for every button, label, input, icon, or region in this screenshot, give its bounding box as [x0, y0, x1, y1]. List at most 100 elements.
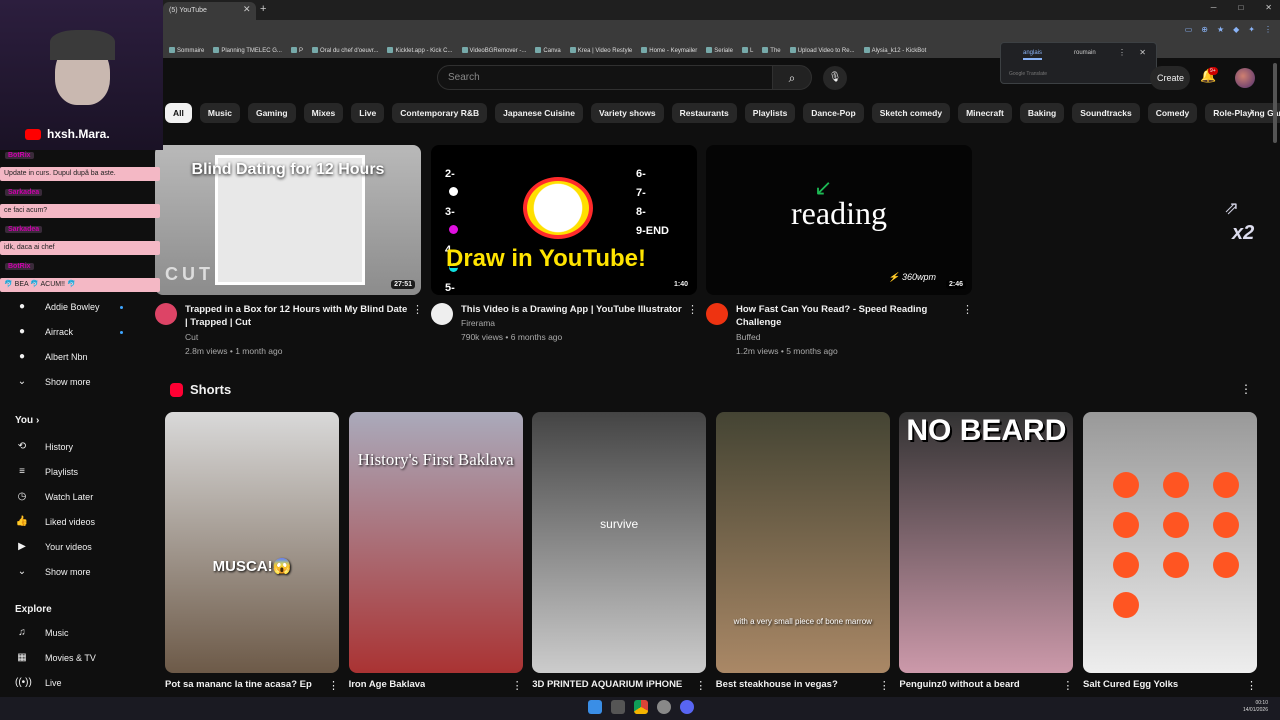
sidebar-show-more[interactable]: ⌄ Show more [15, 376, 91, 387]
sidebar-item-watch-later[interactable]: ◷ Watch Later [15, 491, 94, 502]
sidebar-item-playlists[interactable]: ≡ Playlists [15, 466, 78, 477]
short-menu-icon[interactable]: ⋮ [695, 679, 706, 692]
video-menu-icon[interactable]: ⋮ [412, 303, 423, 316]
chip-soundtracks[interactable]: Soundtracks [1072, 103, 1140, 123]
sidebar-you-heading[interactable]: You › [15, 415, 39, 426]
short-title[interactable]: Best steakhouse in vegas? [716, 679, 838, 690]
channel-name[interactable]: Buffed [736, 330, 760, 344]
chip-dance-pop[interactable]: Dance-Pop [803, 103, 864, 123]
sidebar-sub-albert-nbn[interactable]: ● Albert Nbn [15, 351, 88, 362]
bookmark-item[interactable]: L [742, 47, 753, 54]
minimize-icon[interactable]: ─ [1211, 3, 1217, 12]
chip-playlists[interactable]: Playlists [744, 103, 796, 123]
chip-live[interactable]: Live [351, 103, 385, 123]
zoom-icon[interactable]: ⊕ [1201, 25, 1208, 34]
bookmark-item[interactable]: Krea | Video Restyle [570, 47, 632, 54]
video-title[interactable]: This Video is a Drawing App | YouTube Il… [461, 303, 686, 316]
sidebar-item-live[interactable]: ((•)) Live [15, 677, 62, 688]
bookmark-item[interactable]: Kicklet.app - Kick C... [387, 47, 452, 54]
sidebar-sub-airrack[interactable]: ● Airrack [15, 326, 73, 337]
video-menu-icon[interactable]: ⋮ [687, 303, 698, 316]
sidebar-item-music[interactable]: ♫ Music [15, 627, 68, 638]
new-tab-icon[interactable]: + [260, 3, 266, 15]
bookmark-item[interactable]: The [762, 47, 780, 54]
video-thumbnail[interactable]: Blind Dating for 12 Hours CUT 27:51 [155, 145, 421, 295]
short-thumbnail[interactable] [1083, 412, 1257, 673]
bookmark-item[interactable]: Oral du chef d'oeuvr... [312, 47, 379, 54]
chip-role-playing-games[interactable]: Role-Playing Games [1205, 103, 1280, 123]
channel-name[interactable]: Firerama [461, 316, 495, 330]
chip-music[interactable]: Music [199, 103, 240, 123]
short-title[interactable]: Penguinz0 without a beard [899, 679, 1019, 690]
extension-icon[interactable]: ◆ [1233, 25, 1239, 34]
chip-baking[interactable]: Baking [1019, 103, 1065, 123]
short-thumbnail[interactable]: with a very small piece of bone marrow [715, 412, 890, 673]
shorts-menu-icon[interactable]: ⋮ [1240, 382, 1252, 396]
short-thumbnail[interactable]: History's First Baklava [348, 412, 523, 673]
channel-avatar[interactable] [706, 303, 728, 325]
obs-icon[interactable] [657, 700, 671, 714]
discord-icon[interactable] [680, 700, 694, 714]
file-explorer-icon[interactable] [611, 700, 625, 714]
short-thumbnail[interactable]: MUSCA!😱 [165, 412, 339, 673]
chip-all[interactable]: All [165, 103, 192, 123]
short-title[interactable]: Salt Cured Egg Yolks [1083, 679, 1178, 690]
search-button[interactable]: ⌕ [772, 65, 812, 90]
translate-close-icon[interactable]: ✕ [1139, 48, 1146, 57]
sidebar-item-movies-tv[interactable]: ▦ Movies & TV [15, 652, 96, 663]
chip-sketch-comedy[interactable]: Sketch comedy [871, 103, 951, 123]
search-input[interactable]: Search [437, 65, 773, 90]
sidebar-item-show-more[interactable]: ⌄ Show more [15, 566, 91, 577]
bookmark-item[interactable]: Seriale [706, 47, 733, 54]
close-window-icon[interactable]: ✕ [1265, 3, 1272, 12]
chevron-right-icon[interactable]: › [1250, 106, 1254, 118]
short-menu-icon[interactable]: ⋮ [328, 679, 339, 692]
tab-close-icon[interactable]: ✕ [243, 4, 251, 15]
chip-variety-shows[interactable]: Variety shows [590, 103, 664, 123]
bookmark-item[interactable]: VideoBGRemover -... [462, 47, 527, 54]
page-scrollbar[interactable] [1273, 63, 1277, 143]
sidebar-sub-addie-bowley[interactable]: ● Addie Bowley [15, 301, 100, 312]
bookmark-item[interactable]: P [291, 47, 303, 54]
video-thumbnail[interactable]: reading ↙ ⚡ 360wpm 2:46 [706, 145, 972, 295]
short-thumbnail[interactable]: NO BEARD [899, 412, 1074, 673]
create-button[interactable]: Create [1150, 66, 1190, 90]
channel-name[interactable]: Cut [185, 330, 198, 344]
video-title[interactable]: Trapped in a Box for 12 Hours with My Bl… [185, 303, 410, 329]
chip-mixes[interactable]: Mixes [303, 103, 344, 123]
channel-avatar[interactable] [155, 303, 177, 325]
short-menu-icon[interactable]: ⋮ [879, 679, 890, 692]
puzzle-icon[interactable]: ✦ [1248, 25, 1255, 34]
chrome-icon[interactable] [634, 700, 648, 714]
bookmark-item[interactable]: Planning TMELEC G... [213, 47, 282, 54]
video-title[interactable]: How Fast Can You Read? - Speed Reading C… [736, 303, 956, 329]
translate-menu-icon[interactable]: ⋮ [1118, 48, 1126, 57]
bookmark-item[interactable]: Alysia_k12 - KickBot [864, 47, 927, 54]
cast-icon[interactable]: ▭ [1185, 25, 1193, 34]
video-menu-icon[interactable]: ⋮ [962, 303, 973, 316]
chip-contemporary-r-b[interactable]: Contemporary R&B [392, 103, 488, 123]
bookmark-item[interactable]: Home - Keymailer [641, 47, 697, 54]
sidebar-item-history[interactable]: ⟲ History [15, 441, 73, 452]
chip-restaurants[interactable]: Restaurants [671, 103, 737, 123]
menu-dots-icon[interactable]: ⋮ [1264, 25, 1272, 34]
channel-avatar[interactable] [431, 303, 453, 325]
short-title[interactable]: 3D PRINTED AQUARIUM iPHONE [532, 679, 682, 690]
video-thumbnail[interactable]: 2- 3- 4- 5- 6- 7- 8- 9-END Draw in YouTube! 1:… [431, 145, 697, 295]
sidebar-item-liked-videos[interactable]: 👍 Liked videos [15, 516, 95, 527]
short-title[interactable]: Pot sa mananc la tine acasa? Ep [165, 679, 312, 690]
short-menu-icon[interactable]: ⋮ [1062, 679, 1073, 692]
short-thumbnail[interactable]: survive [532, 412, 707, 673]
bookmark-item[interactable]: Canva [535, 47, 560, 54]
account-avatar[interactable] [1235, 68, 1255, 88]
windows-start-icon[interactable] [588, 700, 602, 714]
voice-search-button[interactable]: 🎙 [823, 66, 847, 90]
bookmark-item[interactable]: Upload Video to Re... [790, 47, 855, 54]
sidebar-item-your-videos[interactable]: ▶ Your videos [15, 541, 92, 552]
chip-japanese-cuisine[interactable]: Japanese Cuisine [495, 103, 583, 123]
short-menu-icon[interactable]: ⋮ [512, 679, 523, 692]
translate-lang-to[interactable]: roumain [1074, 50, 1096, 56]
chip-gaming[interactable]: Gaming [247, 103, 296, 123]
maximize-icon[interactable]: □ [1238, 3, 1243, 12]
short-title[interactable]: Iron Age Baklava [349, 679, 426, 690]
